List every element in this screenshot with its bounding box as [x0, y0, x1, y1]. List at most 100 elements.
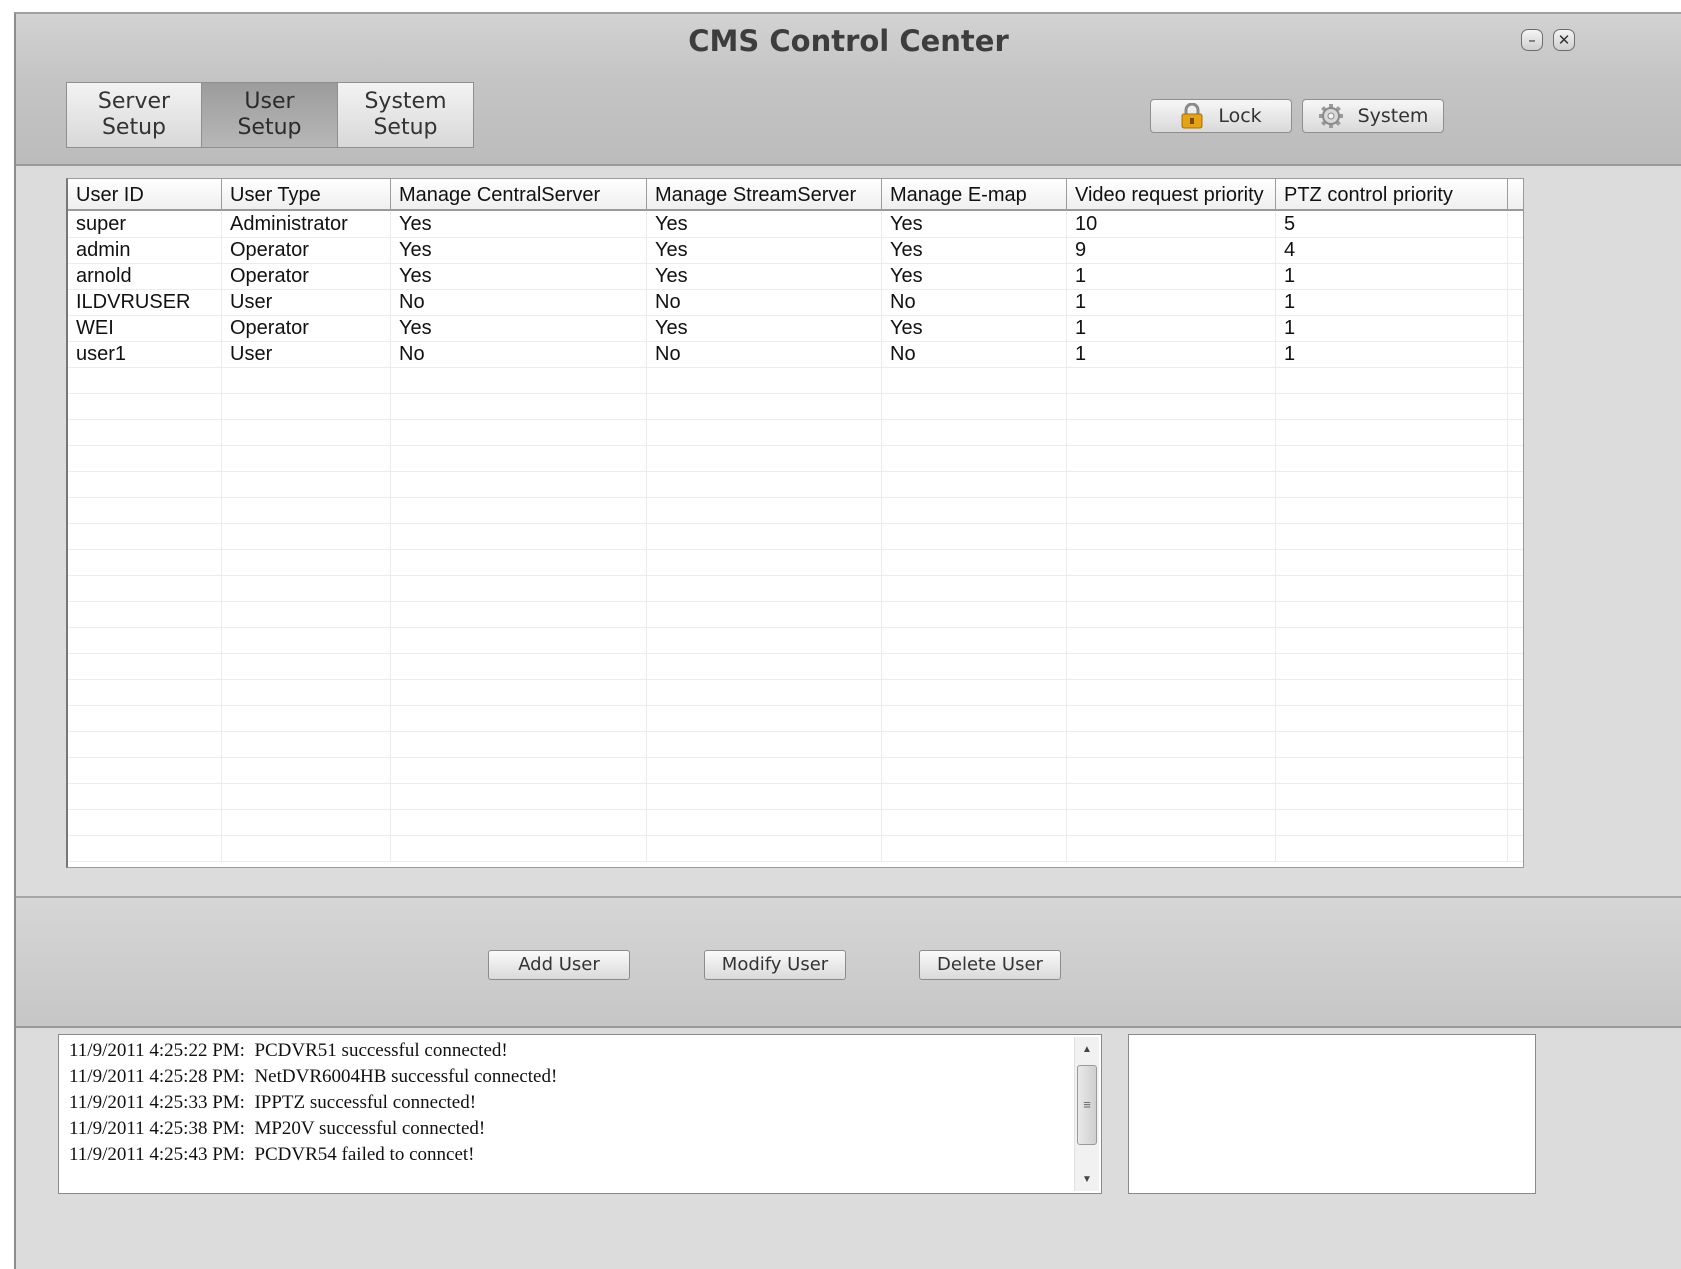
table-cell	[882, 445, 1067, 471]
empty-row	[68, 783, 1523, 810]
delete-user-button[interactable]: Delete User	[919, 950, 1061, 980]
close-button[interactable]: ✕	[1553, 29, 1575, 51]
table-cell	[1276, 835, 1508, 861]
cms-window: CMS Control Center – ✕ Server Setup User…	[14, 12, 1681, 1269]
table-cell	[222, 679, 391, 705]
table-cell	[1276, 367, 1508, 393]
table-cell	[1276, 731, 1508, 757]
table-cell	[222, 523, 391, 549]
table-cell	[882, 783, 1067, 809]
log-scrollbar[interactable]: ▲ ≡ ▼	[1074, 1037, 1099, 1191]
table-cell	[647, 575, 882, 601]
scroll-up-arrow-icon[interactable]: ▲	[1075, 1039, 1099, 1061]
close-icon: ✕	[1557, 31, 1571, 49]
table-cell	[68, 367, 222, 393]
table-cell	[1067, 783, 1276, 809]
table-cell	[222, 549, 391, 575]
add-user-button[interactable]: Add User	[488, 950, 630, 980]
column-header-manage-streamserver[interactable]: Manage StreamServer	[647, 179, 882, 209]
empty-row	[68, 393, 1523, 420]
table-cell	[647, 757, 882, 783]
table-cell	[1276, 809, 1508, 835]
tab-system-setup[interactable]: System Setup	[338, 82, 474, 148]
empty-row	[68, 679, 1523, 706]
table-cell	[882, 393, 1067, 419]
gear-icon	[1318, 104, 1343, 128]
table-cell: arnold	[68, 263, 222, 289]
table-cell	[647, 393, 882, 419]
log-line: 11/9/2011 4:25:33 PM: IPPTZ successful c…	[69, 1092, 477, 1113]
empty-row	[68, 809, 1523, 836]
column-header-manage-centralserver[interactable]: Manage CentralServer	[391, 179, 647, 209]
column-header-user-id[interactable]: User ID	[68, 179, 222, 209]
table-cell: 10	[1067, 211, 1276, 237]
table-cell: Yes	[391, 211, 647, 237]
table-cell	[391, 471, 647, 497]
column-header-manage-emap[interactable]: Manage E-map	[882, 179, 1067, 209]
table-cell: ILDVRUSER	[68, 289, 222, 315]
table-row[interactable]: WEI Operator Yes Yes Yes 1 1	[68, 315, 1523, 342]
table-row[interactable]: arnold Operator Yes Yes Yes 1 1	[68, 263, 1523, 290]
table-cell	[68, 783, 222, 809]
table-cell	[68, 731, 222, 757]
column-header-user-type[interactable]: User Type	[222, 179, 391, 209]
empty-row	[68, 471, 1523, 498]
empty-row	[68, 835, 1523, 862]
lock-label: Lock	[1218, 105, 1262, 127]
table-cell	[222, 653, 391, 679]
table-cell	[391, 445, 647, 471]
event-log[interactable]: 11/9/2011 4:25:22 PM: PCDVR51 successful…	[58, 1034, 1102, 1194]
table-cell	[647, 601, 882, 627]
table-cell	[222, 809, 391, 835]
table-cell: No	[882, 341, 1067, 367]
table-cell	[1067, 497, 1276, 523]
table-cell	[1067, 471, 1276, 497]
minimize-button[interactable]: –	[1521, 29, 1543, 51]
column-header-video-request-priority[interactable]: Video request priority	[1067, 179, 1276, 209]
table-row[interactable]: admin Operator Yes Yes Yes 9 4	[68, 237, 1523, 264]
table-cell	[391, 653, 647, 679]
table-cell	[1276, 783, 1508, 809]
table-cell	[68, 601, 222, 627]
table-cell	[391, 523, 647, 549]
table-cell	[68, 471, 222, 497]
table-cell	[68, 679, 222, 705]
table-cell	[1067, 757, 1276, 783]
table-cell	[222, 497, 391, 523]
table-row[interactable]: user1 User No No No 1 1	[68, 341, 1523, 368]
table-cell	[647, 549, 882, 575]
tab-server-setup[interactable]: Server Setup	[66, 82, 202, 148]
table-cell	[391, 835, 647, 861]
lock-button[interactable]: Lock	[1150, 99, 1292, 133]
table-cell	[391, 731, 647, 757]
modify-user-button[interactable]: Modify User	[704, 950, 846, 980]
scroll-thumb[interactable]: ≡	[1077, 1065, 1097, 1145]
table-cell	[68, 757, 222, 783]
system-button[interactable]: System	[1302, 99, 1444, 133]
window-title: CMS Control Center	[688, 24, 1009, 58]
column-header-ptz-control-priority[interactable]: PTZ control priority	[1276, 179, 1508, 209]
table-cell	[222, 783, 391, 809]
table-row[interactable]: ILDVRUSER User No No No 1 1	[68, 289, 1523, 316]
table-cell	[1067, 419, 1276, 445]
table-cell	[882, 497, 1067, 523]
log-line: 11/9/2011 4:25:43 PM: PCDVR54 failed to …	[69, 1144, 475, 1165]
empty-row	[68, 757, 1523, 784]
table-cell	[68, 627, 222, 653]
table-cell	[882, 601, 1067, 627]
table-cell	[882, 705, 1067, 731]
table-cell	[222, 471, 391, 497]
table-cell	[1067, 835, 1276, 861]
tab-user-setup[interactable]: User Setup	[202, 82, 338, 148]
table-cell	[882, 471, 1067, 497]
scroll-down-arrow-icon[interactable]: ▼	[1075, 1169, 1099, 1191]
table-cell	[647, 653, 882, 679]
user-table: User ID User Type Manage CentralServer M…	[66, 178, 1524, 868]
tab-label-line2: Setup	[101, 115, 167, 140]
table-cell	[882, 757, 1067, 783]
table-cell	[222, 575, 391, 601]
table-row[interactable]: super Administrator Yes Yes Yes 10 5	[68, 211, 1523, 238]
table-cell: Yes	[647, 263, 882, 289]
table-cell: 1	[1067, 341, 1276, 367]
table-cell	[1276, 627, 1508, 653]
